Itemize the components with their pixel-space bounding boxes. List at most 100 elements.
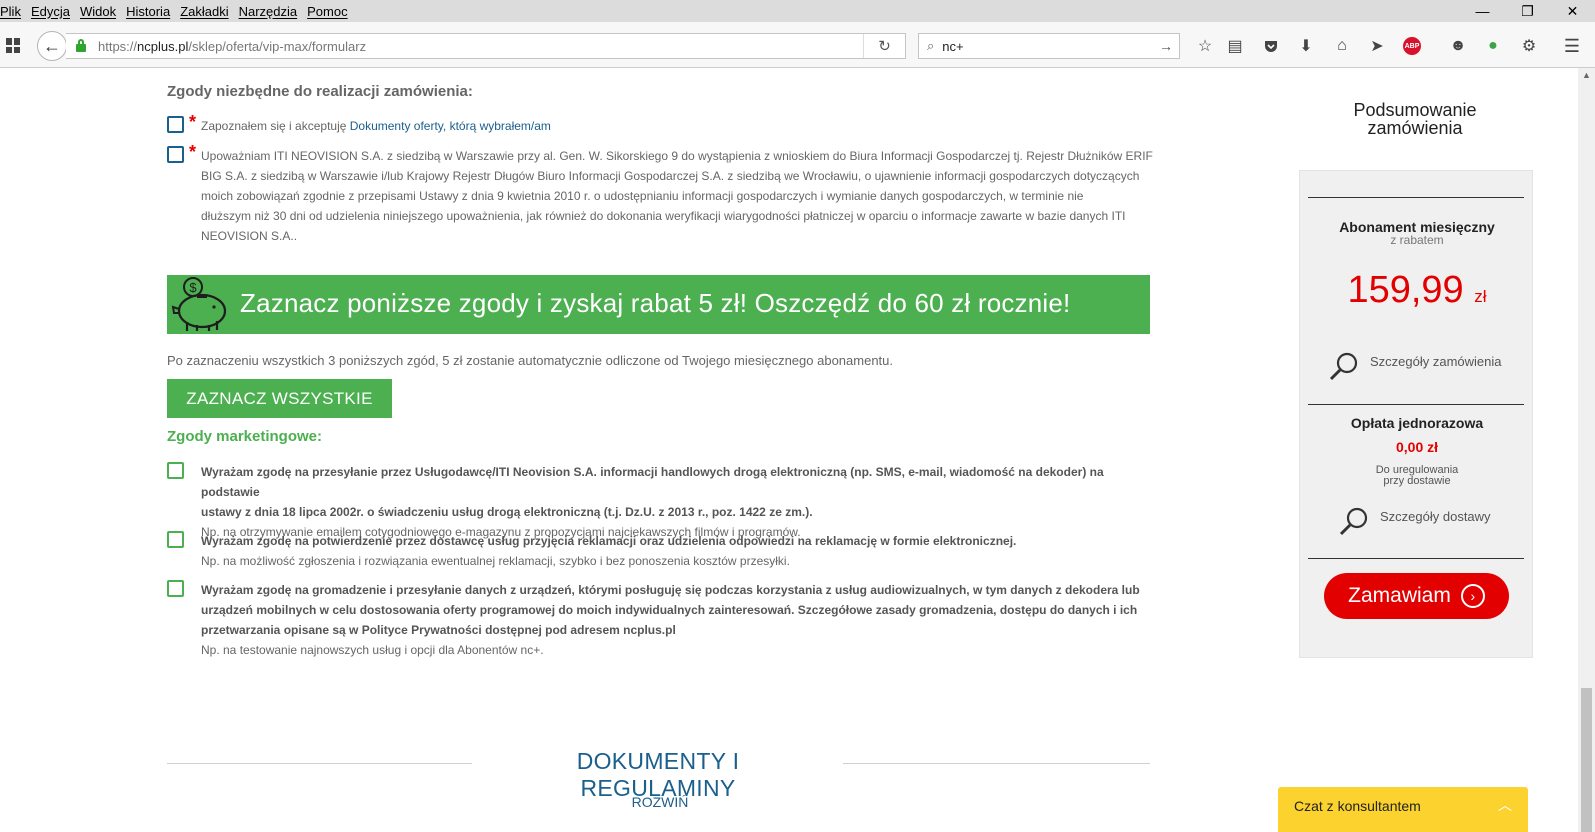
- pocket-icon[interactable]: [1261, 36, 1281, 56]
- consent-2-line: BIG S.A. z siedzibą w Warszawie i/lub Kr…: [201, 169, 1140, 183]
- order-summary-panel: Abonament miesięczny z rabatem 159,99 zł…: [1299, 170, 1533, 658]
- summary-title-line: Podsumowanie: [1353, 100, 1477, 120]
- consent-line: Wyrażam zgodę na gromadzenie i przesyłan…: [201, 583, 1140, 597]
- menu-pomoc[interactable]: Pomoc: [302, 4, 352, 19]
- offer-documents-link[interactable]: Dokumenty oferty, którą wybrałem/am: [350, 119, 551, 133]
- emoji-icon[interactable]: ☻: [1448, 36, 1468, 56]
- chevron-up-icon[interactable]: ︿: [1498, 795, 1512, 815]
- menu-widok[interactable]: Widok: [75, 4, 121, 19]
- menu-narzedzia[interactable]: Narzędzia: [234, 4, 303, 19]
- search-go-icon[interactable]: →: [1159, 38, 1173, 54]
- order-button[interactable]: Zamawiam ›: [1324, 573, 1509, 619]
- menu-icon[interactable]: ☰: [1562, 36, 1582, 56]
- consent-line: Wyrażam zgodę na potwierdzenie przez dos…: [201, 534, 1017, 548]
- marketing-consents-heading: Zgody marketingowe:: [167, 428, 323, 445]
- consent-line: Wyrażam zgodę na przesyłanie przez Usług…: [201, 465, 1104, 499]
- minimize-button[interactable]: —: [1460, 0, 1505, 22]
- order-summary-title: Podsumowanie zamówienia: [1300, 101, 1530, 137]
- back-button[interactable]: ←: [37, 31, 67, 61]
- monthly-price-currency: zł: [1474, 287, 1487, 306]
- reading-list-icon[interactable]: ▤: [1225, 36, 1245, 56]
- close-button[interactable]: ✕: [1550, 0, 1595, 22]
- search-icon: ⌕: [927, 38, 935, 53]
- required-star: *: [189, 142, 197, 162]
- reload-button[interactable]: ↻: [863, 34, 905, 58]
- scrollbar-thumb[interactable]: [1581, 688, 1592, 832]
- marketing-consent-text-1: Wyrażam zgodę na przesyłanie przez Usług…: [201, 462, 1161, 542]
- consent-2-line: dłuższym niż 30 dni od udzielenia niniej…: [201, 209, 1126, 223]
- abp-label: ABP: [1403, 37, 1421, 55]
- magnifier-icon: [1339, 507, 1368, 536]
- one-time-fee-label: Opłata jednorazowa: [1350, 415, 1484, 431]
- one-time-fee-value: 0,00 zł: [1395, 439, 1439, 455]
- search-input[interactable]: nc+: [942, 39, 963, 54]
- piggy-bank-icon: $: [171, 277, 227, 331]
- arrow-right-circle-icon: ›: [1460, 584, 1485, 608]
- address-bar[interactable]: https://ncplus.pl/sklep/oferta/vip-max/f…: [66, 33, 906, 59]
- consent-line: przetwarzania opisane są w Polityce Pryw…: [201, 623, 676, 637]
- back-arrow-icon: ←: [43, 35, 61, 56]
- consent-2-line: NEOVISION S.A..: [201, 229, 298, 243]
- navigation-toolbar: ← https://ncplus.pl/sklep/oferta/vip-max…: [0, 22, 1595, 68]
- monthly-price: 159,99 zł: [1300, 269, 1534, 312]
- select-all-button[interactable]: ZAZNACZ WSZYSTKIE: [167, 379, 392, 418]
- pay-on-delivery-note: przy dostawie: [1383, 475, 1451, 487]
- required-consents-heading: Zgody niezbędne do realizacji zamówienia…: [167, 83, 473, 100]
- send-icon[interactable]: ➤: [1367, 36, 1387, 56]
- url-scheme: https://: [98, 38, 138, 54]
- divider-line: [1308, 197, 1524, 198]
- scroll-up-icon[interactable]: ▲: [1578, 70, 1595, 80]
- consent-1-label: Zapoznałem się i akceptuję: [201, 119, 350, 133]
- download-icon[interactable]: ⬇: [1296, 36, 1316, 56]
- green-extension-icon[interactable]: ●: [1483, 36, 1503, 56]
- reload-icon: ↻: [878, 38, 891, 55]
- marketing-consent-checkbox-1[interactable]: [167, 462, 184, 479]
- magnifier-icon: [1329, 352, 1358, 381]
- restore-button[interactable]: ❐: [1505, 0, 1550, 22]
- summary-title-line: zamówienia: [1367, 118, 1463, 138]
- divider-line: [843, 763, 1150, 764]
- consent-2-line: Upoważniam ITI NEOVISION S.A. z siedzibą…: [201, 149, 1153, 163]
- expand-documents-link[interactable]: ROZWIŃ: [620, 794, 700, 810]
- page-content: Zgody niezbędne do realizacji zamówienia…: [0, 68, 1578, 832]
- required-consent-text-1: Zapoznałem się i akceptuję Dokumenty ofe…: [201, 116, 551, 136]
- vertical-scrollbar[interactable]: ▲: [1578, 68, 1595, 832]
- apps-grid-icon[interactable]: [6, 38, 21, 53]
- promo-text: Zaznacz poniższe zgody i zyskaj rabat 5 …: [240, 288, 1071, 318]
- monthly-fee-sublabel: z rabatem: [1390, 233, 1444, 247]
- adblock-plus-icon[interactable]: ABP: [1402, 36, 1422, 56]
- gear-extension-icon[interactable]: ⚙: [1519, 36, 1539, 56]
- required-consent-checkbox-2[interactable]: [167, 146, 184, 163]
- order-details-link[interactable]: Szczegóły zamówienia: [1328, 351, 1502, 383]
- consent-2-line: moich zobowiązań zgodnie z przepisami Us…: [201, 189, 1084, 203]
- required-consent-checkbox-1[interactable]: [167, 116, 184, 133]
- search-bar[interactable]: ⌕ nc+ →: [918, 33, 1180, 59]
- url-path: /sklep/oferta/vip-max/formularz: [188, 38, 367, 54]
- delivery-details-link[interactable]: Szczegóły dostawy: [1338, 506, 1491, 538]
- discount-promo-banner: $ Zaznacz poniższe zgody i zyskaj rabat …: [167, 275, 1150, 334]
- menu-plik[interactable]: Plik: [0, 4, 26, 19]
- url-host: ncplus.pl: [137, 38, 189, 54]
- home-icon[interactable]: ⌂: [1332, 36, 1352, 56]
- consent-example: Np. na testowanie najnowszych usług i op…: [201, 643, 544, 657]
- consent-example: Np. na możliwość zgłoszenia i rozwiązani…: [201, 554, 790, 568]
- auto-discount-note: Po zaznaczeniu wszystkich 3 poniższych z…: [167, 353, 894, 368]
- window-controls: — ❐ ✕: [1460, 0, 1595, 22]
- coin-dollar-label: $: [189, 280, 197, 295]
- divider-line: [167, 763, 472, 764]
- secure-lock-icon: [74, 39, 88, 53]
- consent-line: ustawy z dnia 18 lipca 2002r. o świadcze…: [201, 505, 813, 519]
- menu-edycja[interactable]: Edycja: [26, 4, 75, 19]
- menu-zakladki[interactable]: Zakładki: [175, 4, 233, 19]
- chat-label: Czat z konsultantem: [1294, 798, 1421, 814]
- divider-line: [1308, 558, 1524, 559]
- menu-bar: Plik Edycja Widok Historia Zakładki Narz…: [0, 0, 1595, 22]
- marketing-consent-text-2: Wyrażam zgodę na potwierdzenie przez dos…: [201, 531, 1161, 571]
- chat-widget[interactable]: Czat z konsultantem ︿: [1278, 787, 1528, 832]
- marketing-consent-checkbox-2[interactable]: [167, 531, 184, 548]
- consent-line: urządzeń mobilnych w celu dostosowania o…: [201, 603, 1138, 617]
- required-consent-text-2: Upoważniam ITI NEOVISION S.A. z siedzibą…: [201, 146, 1161, 246]
- menu-historia[interactable]: Historia: [121, 4, 175, 19]
- marketing-consent-checkbox-3[interactable]: [167, 580, 184, 597]
- bookmark-star-icon[interactable]: ☆: [1195, 36, 1215, 56]
